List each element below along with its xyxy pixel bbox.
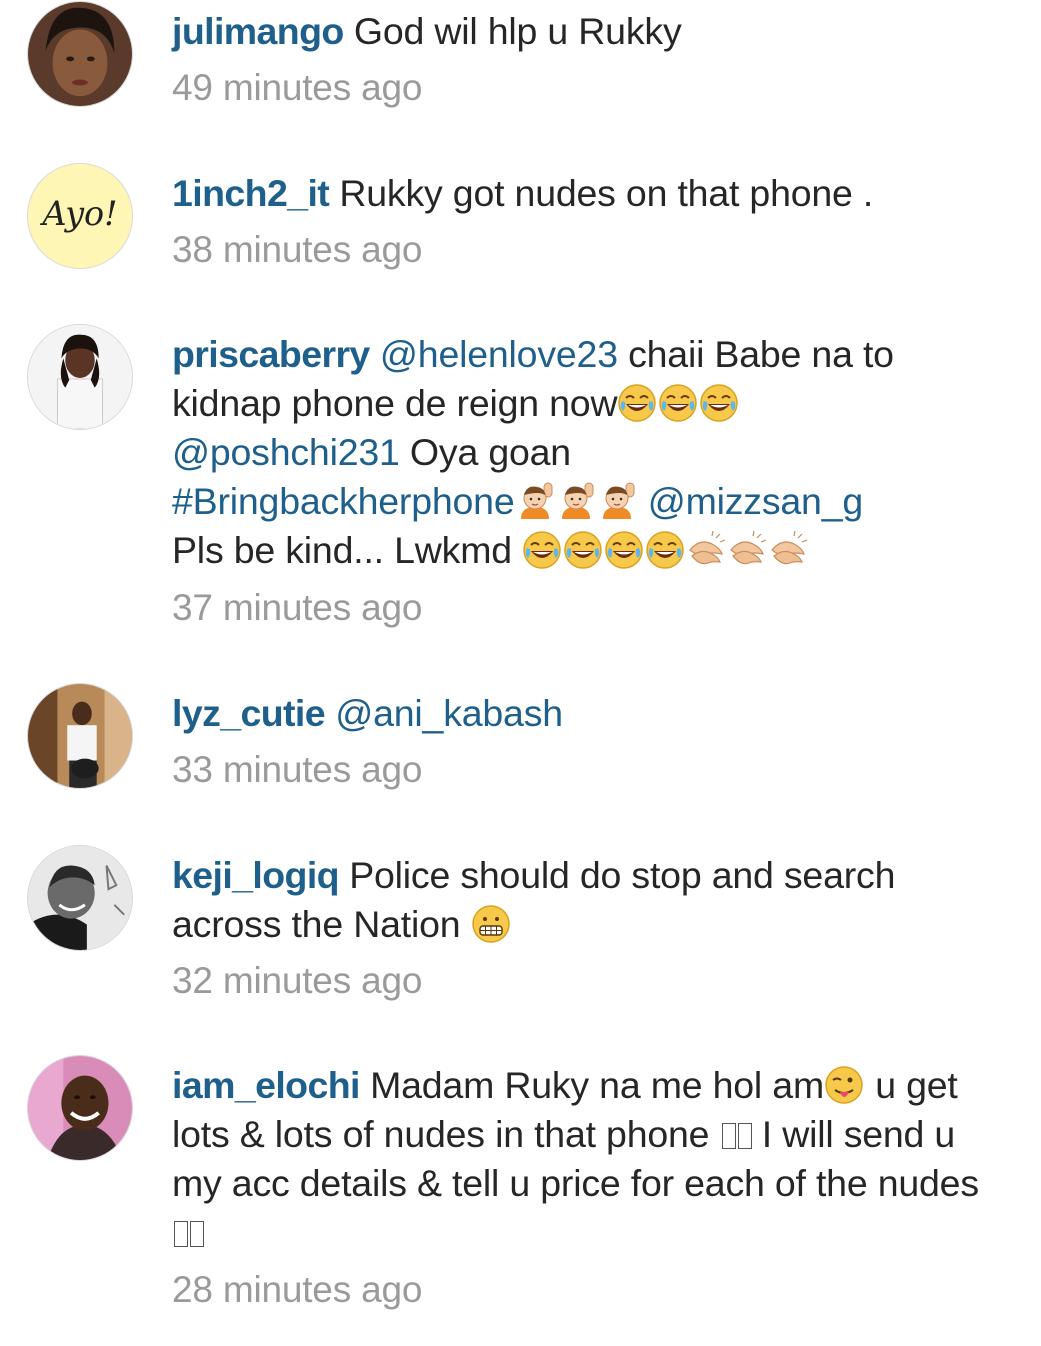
comment-timestamp: 28 minutes ago bbox=[172, 1269, 423, 1310]
face-with-tears-of-joy-icon bbox=[699, 383, 739, 423]
comment-body: Rukky got nudes on that phone . bbox=[339, 172, 874, 214]
comment-text: priscaberry @helenlove23 chaii Babe na t… bbox=[172, 330, 992, 575]
avatar[interactable] bbox=[27, 683, 133, 789]
clapping-hands-icon bbox=[686, 530, 726, 570]
comment-username[interactable]: julimango bbox=[172, 10, 344, 52]
comment-text: julimango God wil hlp u Rukky bbox=[172, 7, 992, 56]
comment-timestamp: 32 minutes ago bbox=[172, 960, 423, 1001]
comment-timestamp: 37 minutes ago bbox=[172, 587, 423, 628]
face-with-tears-of-joy-icon bbox=[645, 530, 685, 570]
comment-text: iam_elochi Madam Ruky na me hol am u get… bbox=[172, 1061, 992, 1257]
avatar[interactable] bbox=[27, 1, 133, 107]
comment-mention[interactable]: @helenlove23 bbox=[380, 333, 618, 375]
comment-username[interactable]: 1inch2_it bbox=[172, 172, 330, 214]
face-with-tears-of-joy-icon bbox=[658, 383, 698, 423]
comment-text: lyz_cutie @ani_kabash bbox=[172, 689, 992, 738]
face-with-tears-of-joy-icon bbox=[617, 383, 657, 423]
missing-glyph-icon bbox=[190, 1221, 204, 1247]
comment-mention[interactable]: @ani_kabash bbox=[335, 692, 563, 734]
comment-mention[interactable]: @mizzsan_g bbox=[648, 480, 864, 522]
avatar-text: Ayo! bbox=[39, 194, 117, 233]
avatar[interactable]: Ayo! bbox=[27, 163, 133, 269]
comment-timestamp: 33 minutes ago bbox=[172, 749, 423, 790]
comment-body: Pls be kind... Lwkmd bbox=[172, 529, 512, 571]
comment-body: Madam Ruky na me hol am bbox=[370, 1064, 824, 1106]
comment-username[interactable]: lyz_cutie bbox=[172, 692, 326, 734]
comment-timestamp: 38 minutes ago bbox=[172, 229, 423, 270]
person-raising-hand-icon bbox=[597, 481, 637, 521]
person-raising-hand-icon bbox=[515, 481, 555, 521]
avatar[interactable] bbox=[27, 324, 133, 430]
comment-body: Oya goan bbox=[409, 431, 571, 473]
avatar[interactable] bbox=[27, 845, 133, 951]
clapping-hands-icon bbox=[727, 530, 767, 570]
winking-tongue-face-icon bbox=[824, 1065, 864, 1105]
comment-username[interactable]: keji_logiq bbox=[172, 854, 340, 896]
comment-hashtag[interactable]: #Bringbackherphone bbox=[172, 480, 515, 522]
comment-username[interactable]: iam_elochi bbox=[172, 1064, 360, 1106]
comment-body: God wil hlp u Rukky bbox=[353, 10, 682, 52]
comment-timestamp: 49 minutes ago bbox=[172, 67, 423, 108]
person-raising-hand-icon bbox=[556, 481, 596, 521]
missing-glyph-icon bbox=[174, 1221, 188, 1247]
grimacing-face-icon bbox=[471, 904, 511, 944]
missing-glyph-icon bbox=[737, 1123, 752, 1149]
face-with-tears-of-joy-icon bbox=[563, 530, 603, 570]
clapping-hands-icon bbox=[768, 530, 808, 570]
comment-mention[interactable]: @poshchi231 bbox=[172, 431, 400, 473]
comment-text: keji_logiq Police should do stop and sea… bbox=[172, 851, 992, 949]
avatar[interactable] bbox=[27, 1055, 133, 1161]
face-with-tears-of-joy-icon bbox=[604, 530, 644, 570]
comment-text: 1inch2_it Rukky got nudes on that phone … bbox=[172, 169, 992, 218]
face-with-tears-of-joy-icon bbox=[522, 530, 562, 570]
missing-glyph-icon bbox=[721, 1123, 736, 1149]
comment-username[interactable]: priscaberry bbox=[172, 333, 370, 375]
